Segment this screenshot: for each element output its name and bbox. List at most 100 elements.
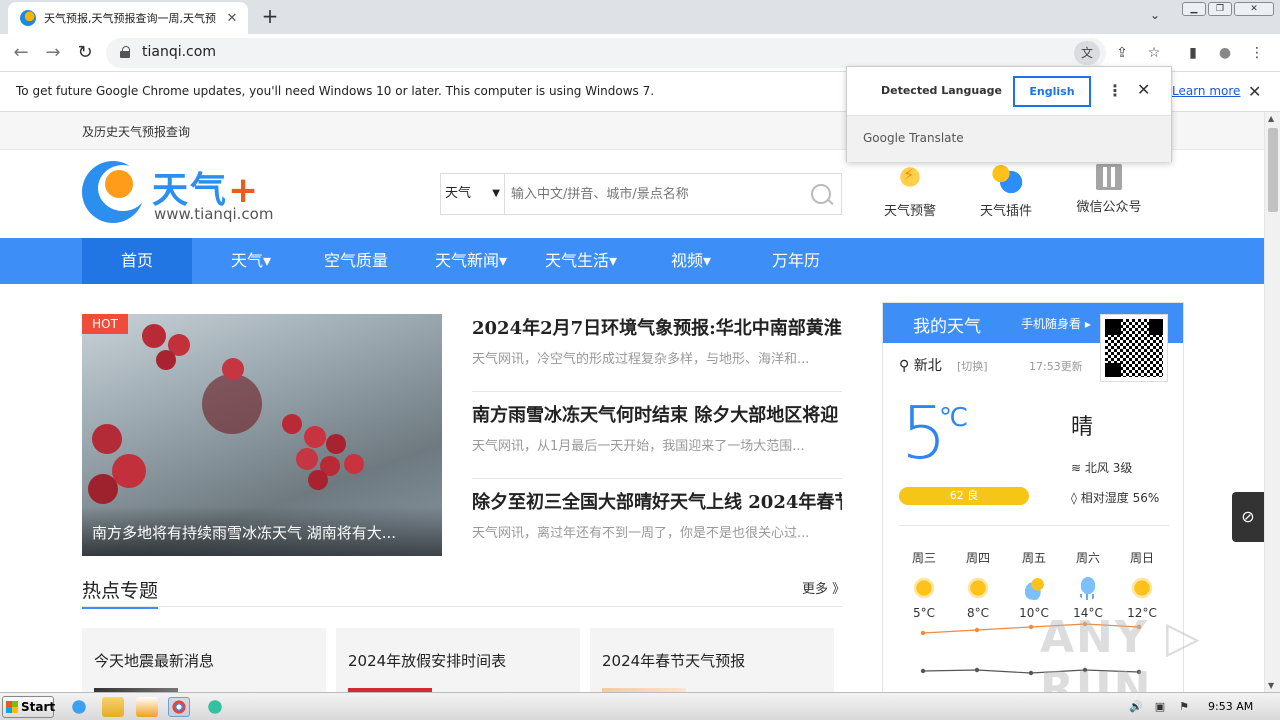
forecast-day[interactable]: 周六 14°C (1061, 549, 1115, 620)
start-button[interactable]: Start (2, 696, 55, 718)
chrome-menu-icon[interactable]: ⋮ (1247, 43, 1267, 63)
url-text[interactable]: tianqi.com (142, 44, 216, 60)
mobile-view-link[interactable]: 手机随身看 ▸ (1021, 315, 1091, 332)
nav-calendar[interactable]: 万年历 (741, 238, 851, 284)
low-temp-point (974, 667, 980, 673)
nav-weather-life[interactable]: 天气生活▾ (526, 238, 636, 284)
main-nav: 首页 天气▾ 空气质量 天气新闻▾ 天气生活▾ 视频▾ 万年历 (0, 238, 1264, 284)
weather-alert-link[interactable]: 天气预警 (870, 160, 950, 219)
more-link[interactable]: 更多 》 (802, 578, 845, 597)
weather-widget-title: 我的天气 (913, 317, 981, 337)
hot-topics-heading: 热点专题 (82, 576, 159, 609)
news-title[interactable]: 除夕至初三全国大部晴好天气上线 2024年春节 (472, 488, 842, 514)
taskbar-clock[interactable]: 9:53 AM (1208, 700, 1253, 713)
nav-weather[interactable]: 天气▾ (196, 238, 306, 284)
lock-icon[interactable] (120, 46, 130, 58)
low-temp-point (1028, 670, 1034, 676)
bookmark-star-icon[interactable]: ☆ (1144, 43, 1164, 63)
chrome-taskbar-icon[interactable] (168, 697, 190, 717)
topic-card[interactable]: 2024年春节天气预报 (590, 628, 834, 692)
sun-icon (912, 576, 936, 600)
hero-caption[interactable]: 南方多地将有持续雨雪冰冻天气 湖南将有大... (82, 506, 442, 556)
air-quality-badge[interactable]: 62 良 (899, 487, 1029, 505)
forecast-day[interactable]: 周五 10°C (1007, 549, 1061, 620)
site-logo[interactable]: 天气+ www.tianqi.com (82, 161, 282, 225)
low-temp-point (920, 668, 926, 674)
tab-close-icon[interactable]: ✕ (224, 11, 240, 26)
news-desc: 天气网讯，离过年还有不到一周了，你是不是也很关心过... (472, 526, 810, 541)
wechat-account-link[interactable]: 微信公众号 (1069, 160, 1149, 215)
translate-options-icon[interactable]: ⋮ (1107, 81, 1123, 100)
nav-weather-news[interactable]: 天气新闻▾ (416, 238, 526, 284)
share-icon[interactable]: ⇪ (1112, 43, 1132, 63)
nav-video[interactable]: 视频▾ (636, 238, 746, 284)
nav-home[interactable]: 首页 (82, 238, 192, 284)
site-header: 天气+ www.tianqi.com 天气▼ 天气预警 天气插件 微信公众号 (0, 150, 1264, 238)
search-icon[interactable] (811, 184, 831, 204)
new-tab-button[interactable]: + (258, 6, 282, 28)
translate-close-icon[interactable]: ✕ (1137, 80, 1150, 99)
window-close-button[interactable]: ✕ (1234, 2, 1274, 16)
file-explorer-icon[interactable] (102, 697, 124, 717)
forecast-day[interactable]: 周四 8°C (951, 549, 1005, 620)
translate-icon[interactable]: 文 (1074, 41, 1100, 65)
maximize-button[interactable]: ❐ (1208, 2, 1232, 16)
weather-plugin-link[interactable]: 天气插件 (966, 160, 1046, 219)
topic-title[interactable]: 2024年春节天气预报 (602, 650, 745, 671)
forecast-day[interactable]: 周日 12°C (1115, 549, 1169, 620)
search-input[interactable] (511, 174, 801, 214)
back-button[interactable]: ← (10, 42, 32, 64)
infobar-message: To get future Google Chrome updates, you… (16, 84, 655, 98)
topic-card[interactable]: 今天地震最新消息 (82, 628, 326, 692)
browser-tab[interactable]: 天气预报,天气预报查询一周,天气预 ✕ (8, 2, 248, 34)
tab-search-icon[interactable]: ⌄ (1150, 8, 1160, 22)
news-title[interactable]: 2024年2月7日环境气象预报:华北中南部黄淮中 (472, 314, 842, 340)
page-scrollbar[interactable]: ▲ ▼ (1264, 112, 1280, 692)
sun-icon (1130, 576, 1154, 600)
tab-title: 天气预报,天气预报查询一周,天气预 (44, 12, 216, 25)
detected-language-tab[interactable]: Detected Language (881, 84, 1002, 97)
action-center-flag-icon[interactable]: ⚑ (1176, 700, 1192, 714)
news-title[interactable]: 南方雨雪冰冻天气何时结束 除夕大部地区将迎 (472, 401, 842, 427)
infobar-close-icon[interactable]: ✕ (1248, 82, 1261, 101)
media-player-icon[interactable] (136, 697, 158, 717)
edge-icon[interactable] (204, 697, 226, 717)
forward-button[interactable]: → (42, 42, 64, 64)
minimize-button[interactable]: ▁ (1182, 2, 1206, 16)
profile-icon[interactable]: ● (1215, 43, 1235, 63)
search-box: 天气 ▼ (440, 173, 842, 215)
logo-url: www.tianqi.com (154, 205, 274, 223)
topbar-text: 及历史天气预报查询 (82, 125, 191, 139)
scroll-thumb[interactable] (1268, 128, 1278, 212)
update-time: 17:53更新 (1029, 360, 1083, 373)
volume-icon[interactable]: 🔊 (1128, 700, 1144, 714)
floating-share-button[interactable]: ⊘ (1232, 492, 1264, 542)
side-panel-icon[interactable]: ▮ (1183, 43, 1203, 63)
network-icon[interactable]: ▣ (1152, 700, 1168, 714)
news-item[interactable]: 2024年2月7日环境气象预报:华北中南部黄淮中 天气网讯，冷空气的形成过程复杂… (472, 310, 842, 392)
news-item[interactable]: 除夕至初三全国大部晴好天气上线 2024年春节 天气网讯，离过年还有不到一周了，… (472, 484, 842, 566)
news-item[interactable]: 南方雨雪冰冻天气何时结束 除夕大部地区将迎 天气网讯，从1月最后一天开始，我国迎… (472, 397, 842, 479)
windows-taskbar: Start 🔊 ▣ ⚑ 9:53 AM (0, 692, 1280, 720)
topic-card[interactable]: 2024年放假安排时间表 (336, 628, 580, 692)
windows-logo-icon (6, 701, 18, 713)
scroll-up-icon[interactable]: ▲ (1268, 114, 1274, 123)
topic-title[interactable]: 今天地震最新消息 (94, 650, 214, 671)
partly-cloudy-icon (1022, 576, 1046, 600)
switch-location-link[interactable]: [切换] (957, 358, 988, 374)
high-temp-point (1028, 624, 1034, 630)
weather-qr-code (1101, 315, 1167, 381)
tab-strip: 天气预报,天气预报查询一周,天气预 ✕ + ⌄ ▁ ❐ ✕ (0, 0, 1280, 34)
web-page: 及历史天气预报查询 天气+ www.tianqi.com 天气▼ 天气预警 天气… (0, 112, 1264, 692)
reload-button[interactable]: ↻ (74, 42, 96, 64)
address-bar[interactable]: tianqi.com 文 (106, 38, 1106, 68)
internet-explorer-icon[interactable] (68, 697, 90, 717)
topic-title[interactable]: 2024年放假安排时间表 (348, 650, 506, 671)
forecast-day[interactable]: 周三 5°C (897, 549, 951, 620)
english-tab[interactable]: English (1013, 76, 1091, 107)
hero-news-image[interactable]: HOT 南方多地将有持续雨雪冰冻天气 湖南将有大... (82, 314, 442, 556)
learn-more-link[interactable]: Learn more (1172, 84, 1240, 98)
search-type-select[interactable]: 天气 ▼ (441, 174, 505, 214)
nav-air-quality[interactable]: 空气质量 (301, 238, 411, 284)
current-condition: 晴 (1071, 415, 1094, 440)
